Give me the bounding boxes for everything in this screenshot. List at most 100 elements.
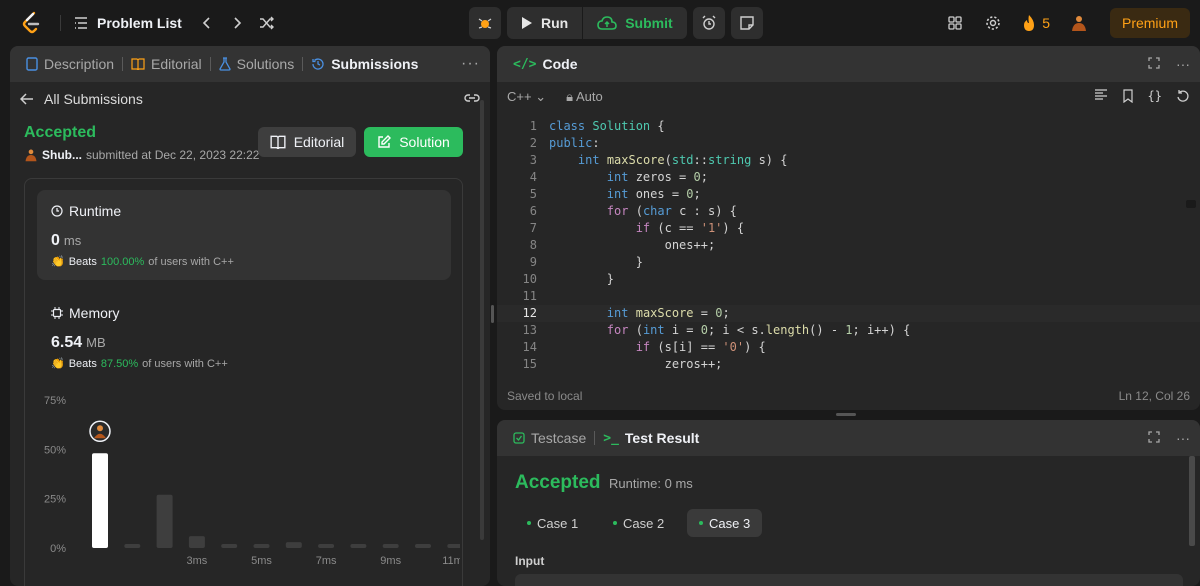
chart-bar[interactable] [350,544,367,548]
code-line[interactable]: 11 [497,288,1200,305]
alarm-clock-icon[interactable] [692,7,725,39]
chart-bar[interactable] [124,544,141,548]
code-text: for (char c : s) { [606,204,737,218]
runtime-number: 0 [51,232,60,249]
tab-testcase[interactable]: Testcase [507,430,592,446]
shuffle-icon[interactable] [252,8,282,38]
runtime-distribution-chart[interactable]: 0% 25% 50% 75% 3ms 5ms 7ms 9ms 11ms [40,390,460,586]
solution-button-label: Solution [399,134,450,150]
cloud-upload-icon [597,16,618,30]
prev-problem-icon[interactable] [192,8,222,38]
chart-bar[interactable] [285,542,302,548]
chart-bar[interactable] [318,544,335,548]
chart-bar[interactable] [415,544,431,548]
panel-resize-handle[interactable] [491,305,494,323]
more-options-icon[interactable]: ··· [1176,56,1190,72]
reset-icon[interactable] [1176,89,1190,106]
code-line[interactable]: 9 } [497,254,1200,271]
code-line[interactable]: 4 int zeros = 0; [497,169,1200,186]
play-icon [522,17,532,29]
all-submissions-label: All Submissions [44,91,143,107]
tab-test-result[interactable]: >_ Test Result [597,430,705,446]
chart-bar[interactable] [221,544,238,548]
bookmark-icon[interactable] [1122,88,1134,106]
code-panel: </> Code ··· C++ ⌄ 🔒︎ Auto {} 1 class Sol… [497,46,1200,410]
chart-bar[interactable] [156,494,173,548]
chart-bar[interactable] [253,544,270,548]
editorial-button[interactable]: Editorial [258,127,356,157]
tab-code[interactable]: </> Code [507,56,583,72]
code-line[interactable]: 8 ones++; [497,237,1200,254]
saved-status: Saved to local [507,389,583,403]
language-select[interactable]: C++ ⌄ [507,89,546,105]
line-number: 7 [529,221,537,235]
code-line[interactable]: 6 for (char c : s) { [497,203,1200,220]
code-line[interactable]: 5 int ones = 0; [497,186,1200,203]
code-line[interactable]: 2 public: [497,135,1200,152]
tab-description-label: Description [44,56,115,72]
tab-editorial[interactable]: Editorial [125,56,208,72]
memory-label[interactable]: Memory [51,305,120,321]
solution-button[interactable]: Solution [364,127,463,157]
case-3-tab[interactable]: Case 3 [687,509,763,537]
divider [60,15,61,31]
braces-icon[interactable]: {} [1148,89,1162,106]
premium-button[interactable]: Premium [1109,8,1190,38]
maximize-icon[interactable] [1148,56,1160,72]
line-number: 13 [522,323,537,337]
avatar[interactable] [1062,7,1096,39]
leetcode-logo-icon[interactable] [16,7,48,39]
share-link-icon[interactable] [464,91,480,107]
case-2-tab[interactable]: Case 2 [601,509,676,537]
line-number: 6 [529,204,537,218]
run-button[interactable]: Run [507,7,582,39]
settings-gear-icon[interactable] [976,7,1010,39]
next-problem-icon[interactable] [222,8,252,38]
code-editor[interactable]: 1 class Solution {2 public: 3 int maxScore(… [497,118,1200,410]
more-options-icon[interactable]: ··· [1176,430,1190,446]
code-line[interactable]: 13 for (int i = 0; i < s.length() - 1; i… [497,322,1200,339]
problem-list-button[interactable]: Problem List [73,15,182,31]
input-value-box [515,574,1183,586]
maximize-icon[interactable] [1148,430,1160,446]
notes-icon[interactable] [730,7,763,39]
code-line[interactable]: 3 int maxScore(std::string s) { [497,152,1200,169]
chart-bar[interactable] [188,536,205,548]
code-text: public: [549,136,600,150]
case-1-tab[interactable]: Case 1 [515,509,590,537]
memory-percentile: 87.50% [100,357,139,370]
panel-resize-handle-horizontal[interactable] [836,413,856,416]
more-options-icon[interactable]: ··· [461,55,480,73]
code-line[interactable]: 1 class Solution { [497,118,1200,135]
chart-bar[interactable] [447,544,460,548]
code-line[interactable]: 7 if (c == '1') { [497,220,1200,237]
username[interactable]: Shub... [42,148,82,162]
memory-label-text: Memory [69,305,120,321]
pass-dot [699,521,703,525]
code-line[interactable]: 15 zeros++; [497,356,1200,373]
tab-description[interactable]: Description [20,56,120,72]
tab-submissions-label: Submissions [331,56,419,72]
code-line[interactable]: 14 if (s[i] == '0') { [497,339,1200,356]
all-submissions-link[interactable]: All Submissions [10,82,490,116]
result-scrollbar[interactable] [1189,456,1195,546]
tab-submissions[interactable]: Submissions [305,56,424,72]
terminal-icon: >_ [603,430,619,446]
editor-toolbar: C++ ⌄ 🔒︎ Auto {} [497,82,1200,112]
format-icon[interactable] [1094,88,1108,106]
debug-icon[interactable] [469,7,501,39]
result-tabbar: Testcase >_ Test Result ··· [497,420,1200,456]
code-text: for (int i = 0; i < s.length() - 1; i++)… [606,323,911,337]
submit-button[interactable]: Submit [583,7,686,39]
tab-solutions[interactable]: Solutions [213,56,301,72]
left-scrollbar[interactable] [480,100,484,540]
streak-counter[interactable]: 5 [1014,14,1058,32]
code-line[interactable]: 12 int maxScore = 0; [497,305,1200,322]
chart-bar[interactable] [382,544,399,548]
runtime-label: Runtime [51,203,121,219]
auto-mode[interactable]: 🔒︎ Auto [566,89,603,105]
y-tick-label: 75% [44,395,66,407]
code-line[interactable]: 10 } [497,271,1200,288]
layout-icon[interactable] [938,7,972,39]
chart-bar[interactable] [92,453,108,548]
